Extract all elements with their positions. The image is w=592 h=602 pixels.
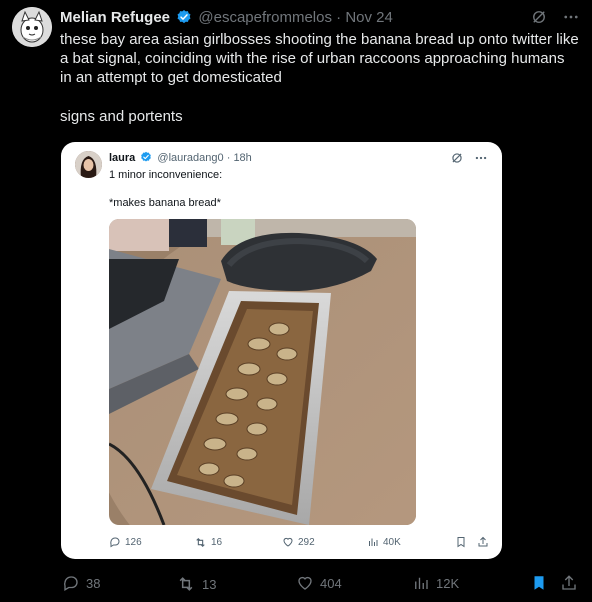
quote-author-handle[interactable]: @lauradang0 [157,152,223,164]
quote-author-name[interactable]: laura [109,152,135,164]
repost-button[interactable]: 13 [176,574,216,594]
quote-share-button[interactable] [477,536,489,548]
quote-header-separator: · [226,152,231,164]
author-avatar[interactable] [12,7,52,47]
author-name[interactable]: Melian Refugee [60,9,170,26]
quote-views-count: 40K [383,536,401,548]
quote-repost-icon [196,537,205,548]
tweet-header: Melian Refugee @escapefrommelos · Nov 24 [60,9,592,29]
reply-count: 38 [86,575,101,591]
quote-text-line: *makes banana bread* [109,197,221,209]
bookmark-icon [534,576,544,590]
tweet-top-actions [530,8,580,26]
views-count: 12K [436,575,460,591]
quote-like-button[interactable]: 292 [282,536,315,548]
quote-repost-button[interactable]: 16 [194,536,222,549]
repost-count: 13 [202,576,217,592]
like-count: 404 [320,575,342,591]
quote-like-count: 292 [298,536,315,548]
reply-icon [63,576,78,591]
views-icon [415,577,428,589]
quote-reply-button[interactable]: 126 [109,536,142,548]
more-options-icon[interactable] [562,8,580,26]
verified-badge-icon [176,9,192,25]
quote-text-line: 1 minor inconvenience: [109,169,223,181]
author-handle[interactable]: @escapefrommelos [198,9,332,26]
quote-date[interactable]: 18h [233,152,251,164]
quote-action-bar: 126 16 292 40K [109,536,489,552]
quote-top-actions [450,151,488,165]
banana-bread-photo[interactable] [109,219,416,525]
like-icon [298,576,312,590]
tweet-text: these bay area asian girlbosses shooting… [60,30,580,146]
quote-views-button[interactable]: 40K [367,536,401,548]
quote-grok-icon[interactable] [450,151,464,165]
quote-repost-count: 16 [211,537,223,548]
tweet-date[interactable]: Nov 24 [345,9,393,26]
quote-text: 1 minor inconvenience: *makes banana bre… [109,168,222,224]
quote-bookmark-button[interactable] [455,536,467,548]
quote-verified-badge-icon [140,151,152,163]
quoted-tweet-card[interactable]: laura @lauradang0 · 18h 1 minor inconven… [61,142,502,559]
quote-bookmark-icon [457,537,465,548]
tweet-text-line: these bay area asian girlbosses shooting… [60,31,579,86]
quote-more-options-icon[interactable] [474,151,488,165]
quote-like-icon [283,537,293,547]
bookmark-button[interactable] [530,574,548,592]
tweet-action-bar: 38 13 404 12K [60,572,580,594]
repost-icon [179,577,193,591]
share-icon [562,575,576,590]
quote-views-icon [369,538,378,546]
grok-icon[interactable] [530,8,548,26]
quote-header: laura @lauradang0 · 18h [109,151,252,164]
reply-button[interactable]: 38 [62,574,100,592]
views-button[interactable]: 12K [412,574,459,592]
header-separator: · [336,9,342,26]
like-button[interactable]: 404 [296,574,342,592]
share-button[interactable] [560,574,578,592]
quote-share-icon [478,536,488,547]
quote-author-avatar[interactable] [75,151,102,178]
tweet-text-line: signs and portents [60,108,183,125]
quote-reply-count: 126 [125,536,142,548]
quote-reply-icon [110,537,120,548]
